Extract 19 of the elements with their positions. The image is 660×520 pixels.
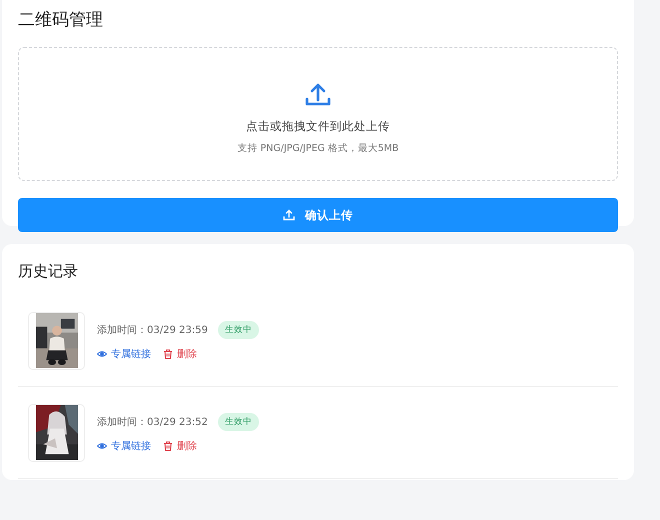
delete-link[interactable]: 删除 (163, 438, 197, 452)
exclusive-link[interactable]: 专属链接 (97, 346, 151, 360)
eye-icon (97, 348, 107, 358)
status-tag: 生效中 (218, 412, 259, 430)
confirm-upload-button[interactable]: 确认上传 (18, 198, 618, 232)
page-title: 二维码管理 (18, 9, 104, 31)
upload-icon (283, 209, 295, 221)
status-tag: 生效中 (218, 320, 259, 338)
upload-hint: 支持 PNG/JPG/JPEG 格式，最大5MB (237, 142, 399, 155)
trash-icon (163, 348, 173, 358)
upload-dropzone[interactable]: 点击或拖拽文件到此处上传 支持 PNG/JPG/JPEG 格式，最大5MB (18, 47, 618, 181)
upload-prompt: 点击或拖拽文件到此处上传 (246, 119, 390, 134)
trash-icon (163, 440, 173, 450)
added-time: 添加时间：03/29 23:59 (97, 324, 208, 336)
delete-link[interactable]: 删除 (163, 346, 197, 360)
exclusive-link[interactable]: 专属链接 (97, 438, 151, 452)
section-title: 历史记录 (18, 262, 79, 281)
eye-icon (97, 440, 107, 450)
added-time: 添加时间：03/29 23:52 (97, 416, 208, 428)
